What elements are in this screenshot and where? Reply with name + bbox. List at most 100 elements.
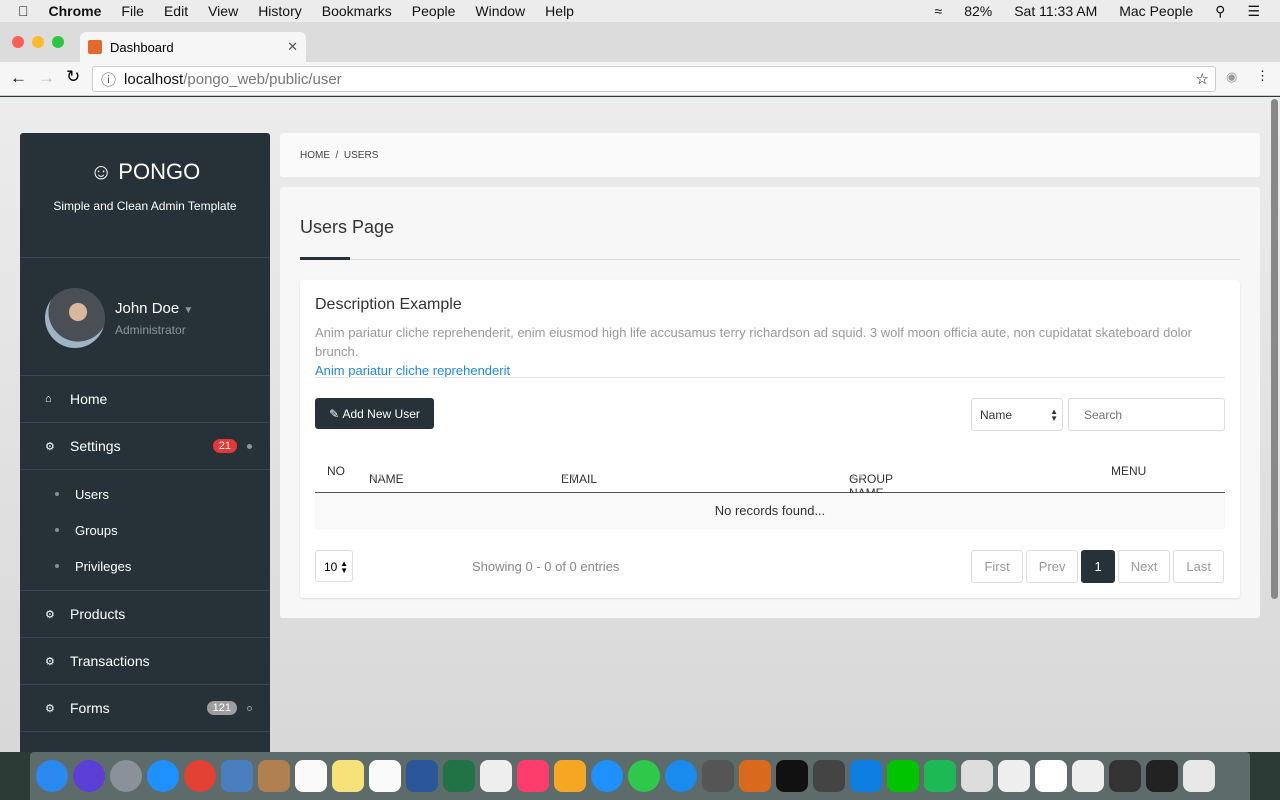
menu-help[interactable]: Help	[535, 3, 584, 19]
sidebar-item-settings[interactable]: ⚙ Settings 21	[20, 423, 270, 470]
info-icon[interactable]: ⓘ	[101, 69, 116, 90]
filter-select[interactable]: Name ▲ ▼	[971, 398, 1063, 431]
sidebar-item-home[interactable]: ⌂ Home	[20, 376, 270, 423]
forward-icon[interactable]: →	[38, 68, 55, 88]
gear-icon: ⚙	[45, 440, 55, 453]
entries-info: Showing 0 - 0 of 0 entries	[472, 559, 620, 574]
mac-menubar:  Chrome File Edit View History Bookmark…	[0, 0, 1280, 22]
brand-name[interactable]: PONGO	[118, 159, 200, 185]
dock-app-icon[interactable]	[961, 760, 993, 792]
apple-icon[interactable]: 	[0, 3, 39, 19]
battery-text[interactable]: 82%	[954, 3, 1002, 19]
dock	[30, 752, 1250, 800]
dock-app-icon[interactable]	[184, 760, 216, 792]
menu-view[interactable]: View	[198, 3, 248, 19]
sort-icon: ▲▼	[561, 472, 577, 481]
page-next[interactable]: Next	[1117, 550, 1171, 583]
dock-app-icon[interactable]	[628, 760, 660, 792]
dock-app-icon[interactable]	[665, 760, 697, 792]
dock-app-icon[interactable]	[443, 760, 475, 792]
breadcrumb-users: USERS	[343, 149, 379, 161]
page-prev[interactable]: Prev	[1025, 550, 1079, 583]
dock-app-icon[interactable]	[998, 760, 1030, 792]
col-menu: MENU	[1111, 464, 1147, 478]
user-name[interactable]: Mac People	[1109, 3, 1203, 19]
dock-app-icon[interactable]	[73, 760, 105, 792]
dock-app-icon[interactable]	[813, 760, 845, 792]
minimize-window-button[interactable]	[32, 36, 44, 48]
page-content: ☺ PONGO Simple and Clean Admin Template J…	[0, 97, 1280, 752]
dock-app-icon[interactable]	[702, 760, 734, 792]
dock-app-icon[interactable]	[480, 760, 512, 792]
menu-file[interactable]: File	[111, 3, 154, 19]
reload-icon[interactable]: ↻	[66, 67, 80, 87]
sidebar-item-forms[interactable]: ⚙ Forms 121	[20, 685, 270, 732]
user-menu[interactable]: John Doe ▼	[115, 300, 193, 317]
address-bar: ← → ↻ ⓘ localhost/pongo_web/public/user …	[0, 62, 1280, 96]
camera-icon[interactable]: ◉	[1226, 69, 1237, 85]
dock-app-icon[interactable]	[147, 760, 179, 792]
dock-app-icon[interactable]	[332, 760, 364, 792]
close-tab-icon[interactable]: ✕	[287, 39, 298, 55]
breadcrumb-home[interactable]: HOME	[300, 150, 330, 161]
tab-title: Dashboard	[110, 39, 174, 55]
description-link[interactable]: Anim pariatur cliche reprehenderit	[315, 363, 510, 378]
monkey-logo-icon: ☺	[89, 159, 113, 184]
back-icon[interactable]: ←	[10, 68, 27, 88]
spotlight-icon[interactable]: ⚲	[1205, 3, 1235, 20]
pencil-icon: ✎	[329, 406, 343, 421]
menu-window[interactable]: Window	[465, 3, 535, 19]
page-last[interactable]: Last	[1173, 550, 1224, 583]
page-first[interactable]: First	[971, 550, 1023, 583]
tab-dashboard[interactable]: Dashboard ✕	[80, 32, 306, 62]
dock-app-icon[interactable]	[295, 760, 327, 792]
dock-app-icon[interactable]	[369, 760, 401, 792]
dock-app-icon[interactable]	[1183, 760, 1215, 792]
dock-app-icon[interactable]	[1072, 760, 1104, 792]
sidebar-subitem-users[interactable]: Users	[20, 476, 270, 512]
search-input[interactable]	[1068, 398, 1225, 431]
dock-app-icon[interactable]	[1035, 760, 1067, 792]
sidebar-item-products[interactable]: ⚙ Products	[20, 591, 270, 638]
url-input[interactable]: ⓘ localhost/pongo_web/public/user ☆	[92, 66, 1216, 92]
menu-app[interactable]: Chrome	[39, 3, 112, 19]
menu-edit[interactable]: Edit	[154, 3, 198, 19]
select-arrows-icon: ▲ ▼	[1050, 407, 1058, 423]
dock-app-icon[interactable]	[110, 760, 142, 792]
menu-people[interactable]: People	[402, 3, 466, 19]
sidebar-item-transactions[interactable]: ⚙ Transactions	[20, 638, 270, 685]
sidebar-subitem-groups[interactable]: Groups	[20, 512, 270, 548]
menu-bookmarks[interactable]: Bookmarks	[312, 3, 402, 19]
page-1[interactable]: 1	[1081, 550, 1115, 583]
scrollbar[interactable]	[1271, 99, 1278, 599]
menu-history[interactable]: History	[248, 3, 312, 19]
bookmark-star-icon[interactable]: ☆	[1196, 70, 1209, 88]
dock-app-icon[interactable]	[924, 760, 956, 792]
clock[interactable]: Sat 11:33 AM	[1004, 3, 1107, 19]
sidebar-subitem-privileges[interactable]: Privileges	[20, 548, 270, 584]
chrome-menu-icon[interactable]: ⋮	[1256, 68, 1269, 84]
gear-icon: ⚙	[45, 608, 55, 621]
dock-app-icon[interactable]	[258, 760, 290, 792]
zoom-window-button[interactable]	[52, 36, 64, 48]
dock-app-icon[interactable]	[221, 760, 253, 792]
list-icon[interactable]: ☰	[1237, 3, 1270, 20]
close-window-button[interactable]	[12, 36, 24, 48]
page-size-select[interactable]: 10 ▲ ▼	[315, 550, 353, 582]
dock-app-icon[interactable]	[36, 760, 68, 792]
dock-app-icon[interactable]	[887, 760, 919, 792]
dock-app-icon[interactable]	[517, 760, 549, 792]
wifi-icon[interactable]: ≈	[925, 3, 953, 19]
dock-app-icon[interactable]	[1146, 760, 1178, 792]
dock-app-icon[interactable]	[776, 760, 808, 792]
dock-app-icon[interactable]	[591, 760, 623, 792]
sort-icon: ▲▼	[369, 472, 385, 481]
dock-app-icon[interactable]	[554, 760, 586, 792]
dock-app-icon[interactable]	[850, 760, 882, 792]
dock-app-icon[interactable]	[406, 760, 438, 792]
dock-app-icon[interactable]	[739, 760, 771, 792]
caret-down-icon: ▼	[183, 305, 194, 316]
card-title: Description Example	[315, 296, 462, 313]
add-new-user-button[interactable]: ✎ Add New User	[315, 398, 434, 429]
dock-app-icon[interactable]	[1109, 760, 1141, 792]
